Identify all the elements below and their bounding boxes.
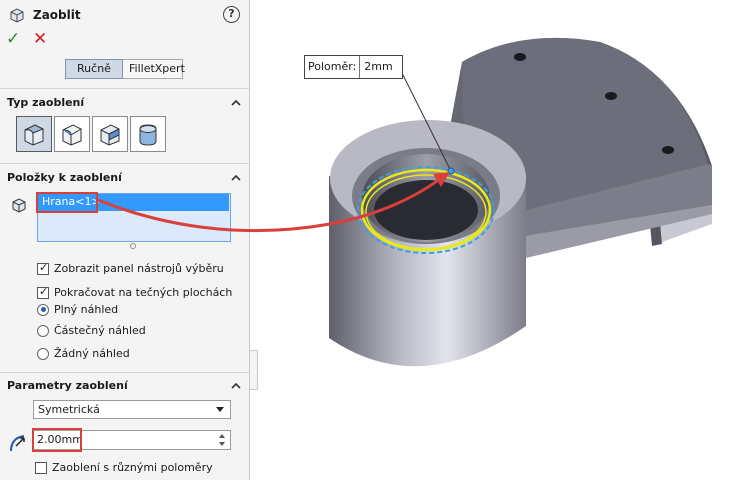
- radius-callout[interactable]: Poloměr: 2mm: [304, 55, 404, 79]
- cylinder-boss: [329, 120, 526, 367]
- callout-label: Poloměr:: [305, 56, 361, 78]
- callout-value[interactable]: 2mm: [360, 56, 402, 78]
